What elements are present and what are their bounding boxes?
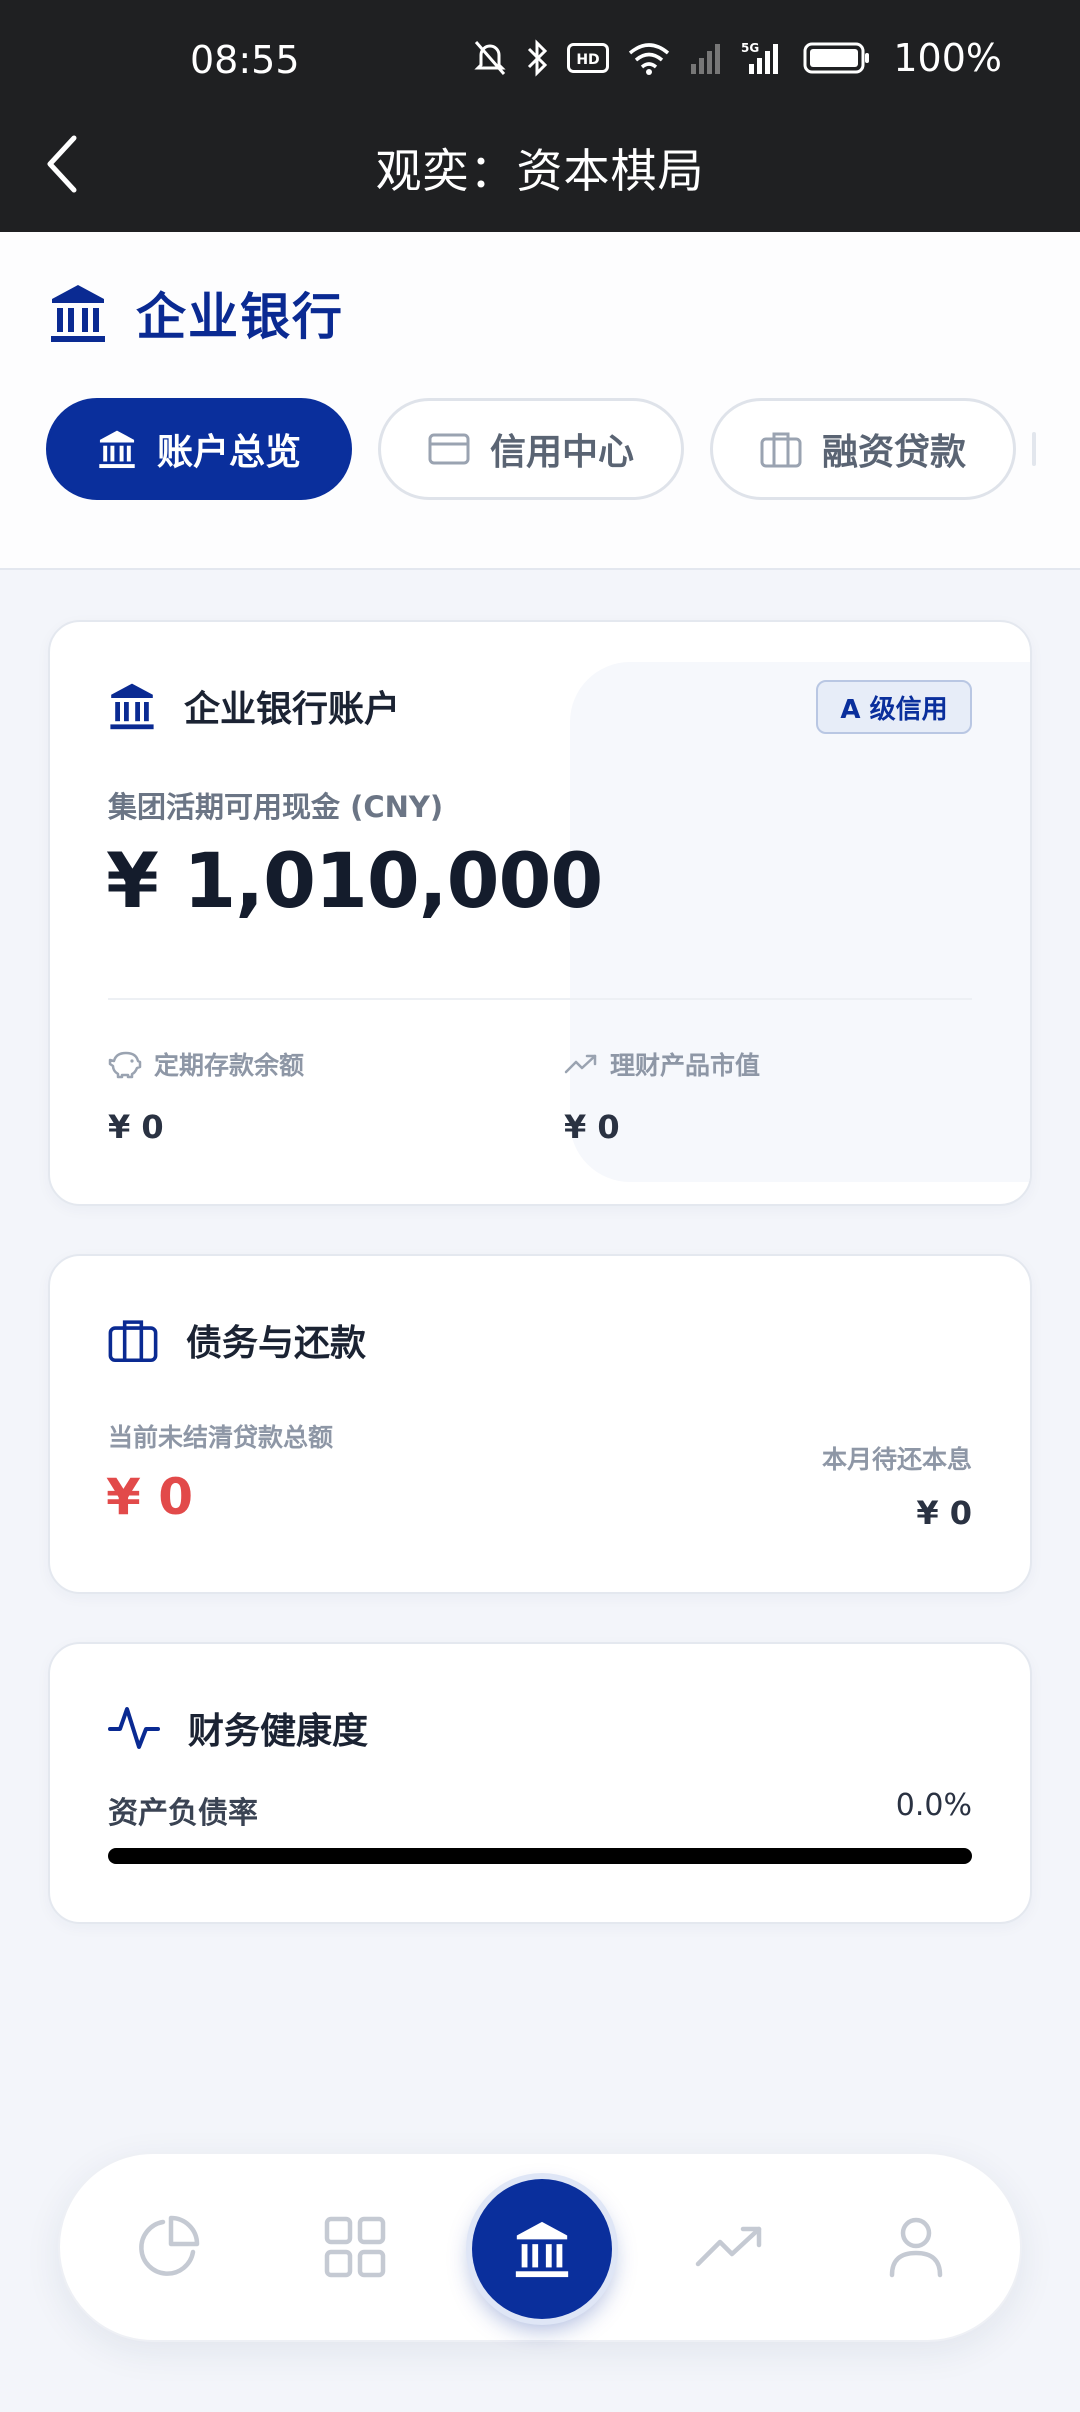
debt-card: 债务与还款 当前未结清贷款总额 ¥ 0 本月待还本息 ¥ 0 bbox=[48, 1254, 1032, 1594]
nav-item-dashboard[interactable] bbox=[135, 2214, 201, 2280]
wealth-value: ¥ 0 bbox=[564, 1108, 620, 1146]
status-icons: HD 5G 100% bbox=[473, 36, 1002, 80]
nav-item-bank[interactable] bbox=[472, 2179, 612, 2319]
user-icon bbox=[889, 2217, 943, 2278]
nav-item-apps[interactable] bbox=[324, 2216, 386, 2278]
nav-item-market[interactable] bbox=[695, 2224, 765, 2270]
tab-bar: 账户总览 信用中心 融资贷款 bbox=[46, 398, 1016, 500]
battery-icon bbox=[803, 42, 870, 74]
grid-icon bbox=[324, 2216, 386, 2278]
tab-account-overview[interactable]: 账户总览 bbox=[46, 398, 352, 500]
fixed-deposit-label: 定期存款余额 bbox=[154, 1051, 305, 1080]
trending-up-icon bbox=[695, 2226, 762, 2267]
cash-label: 集团活期可用现金 (CNY) bbox=[108, 790, 444, 824]
credit-card-icon bbox=[428, 433, 470, 465]
credit-rating-badge: A 级信用 bbox=[816, 680, 972, 734]
cash-value: ¥ 1,010,000 bbox=[106, 836, 603, 925]
wealth-label: 理财产品市值 bbox=[610, 1051, 761, 1080]
svg-text:HD: HD bbox=[577, 52, 600, 68]
brand-title: 企业银行 bbox=[136, 288, 344, 346]
bank-header: 企业银行 账户总览 信用中心 融资贷款 bbox=[0, 232, 1080, 570]
briefcase-icon bbox=[108, 1320, 158, 1363]
card-header: 债务与还款 bbox=[108, 1314, 366, 1366]
signal-5g-icon: 5G bbox=[741, 41, 779, 74]
card-title: 债务与还款 bbox=[186, 1323, 367, 1364]
tab-label: 信用中心 bbox=[489, 432, 634, 473]
pie-chart-icon bbox=[139, 2215, 200, 2276]
fixed-deposit-value: ¥ 0 bbox=[108, 1108, 164, 1146]
trending-up-icon bbox=[564, 1054, 597, 1074]
outstanding-loans-label: 当前未结清贷款总额 bbox=[108, 1423, 334, 1452]
divider bbox=[108, 998, 972, 1000]
tab-credit-center[interactable]: 信用中心 bbox=[378, 398, 684, 500]
wifi-icon bbox=[629, 43, 670, 75]
page-title: 观奕：资本棋局 bbox=[375, 144, 705, 198]
wealth-section: 理财产品市值 ¥ 0 bbox=[564, 1046, 760, 1146]
bank-icon bbox=[110, 683, 154, 730]
card-title: 财务健康度 bbox=[188, 1711, 369, 1752]
card-header: 企业银行账户 bbox=[108, 680, 400, 732]
signal-weak-icon bbox=[691, 44, 721, 74]
briefcase-icon bbox=[760, 432, 802, 468]
monthly-due-value: ¥ 0 bbox=[916, 1494, 972, 1532]
top-bar: 08:55 HD 5G 100% 观奕：资本棋局 bbox=[0, 0, 1080, 232]
brand: 企业银行 bbox=[48, 277, 344, 349]
monthly-due-label: 本月待还本息 bbox=[821, 1445, 972, 1474]
outstanding-loans-value: ¥ 0 bbox=[106, 1468, 193, 1526]
debt-ratio-bar bbox=[108, 1848, 972, 1864]
status-time: 08:55 bbox=[190, 38, 300, 82]
tab-label: 账户总览 bbox=[156, 432, 301, 473]
tab-financing-loans[interactable]: 融资贷款 bbox=[710, 398, 1016, 500]
fixed-deposit-section: 定期存款余额 ¥ 0 bbox=[108, 1046, 304, 1146]
bluetooth-icon bbox=[528, 39, 548, 77]
bank-account-card: 企业银行账户 A 级信用 集团活期可用现金 (CNY) ¥ 1,010,000 … bbox=[48, 620, 1032, 1206]
bank-icon bbox=[515, 2221, 569, 2278]
debt-ratio-label: 资产负债率 bbox=[108, 1796, 258, 1831]
bank-icon bbox=[51, 285, 105, 342]
bottom-nav bbox=[58, 2152, 1022, 2342]
piggy-bank-icon bbox=[108, 1051, 142, 1079]
battery-percent: 100% bbox=[893, 36, 1002, 80]
tab-overflow-hint bbox=[1032, 432, 1036, 466]
nav-item-profile[interactable] bbox=[888, 2215, 944, 2279]
card-header: 财务健康度 bbox=[108, 1702, 368, 1754]
financial-health-card: 财务健康度 资产负债率 0.0% bbox=[48, 1642, 1032, 1924]
svg-text:5G: 5G bbox=[741, 41, 759, 55]
pulse-icon bbox=[108, 1707, 160, 1749]
hd-icon: HD bbox=[567, 43, 610, 73]
mute-bell-icon bbox=[474, 41, 506, 75]
tab-label: 融资贷款 bbox=[821, 432, 966, 473]
card-title: 企业银行账户 bbox=[184, 689, 401, 730]
bank-icon bbox=[99, 430, 135, 469]
debt-ratio-value: 0.0% bbox=[895, 1788, 972, 1823]
